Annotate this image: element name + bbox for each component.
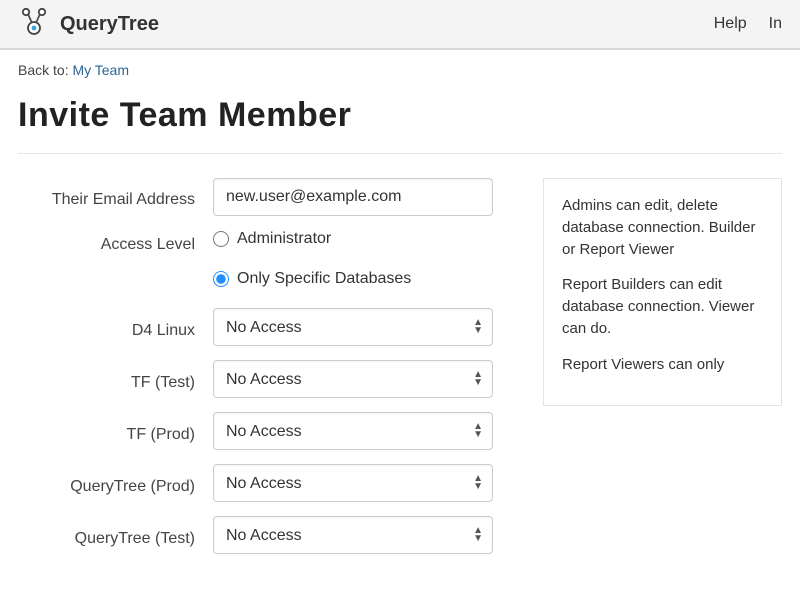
database-label: TF (Test): [18, 366, 213, 392]
help-panel: Admins can edit, delete database connect…: [543, 178, 782, 406]
help-p2: Report Builders can edit database connec…: [562, 274, 763, 339]
breadcrumb: Back to: My Team: [18, 62, 782, 78]
database-access-select[interactable]: No Access: [213, 464, 493, 502]
database-access-select[interactable]: No Access: [213, 360, 493, 398]
radio-specific[interactable]: [213, 271, 229, 287]
row-access-level: Access Level Administrator Only Specific…: [18, 230, 513, 294]
radio-administrator-label: Administrator: [237, 230, 331, 248]
row-database: D4 LinuxNo Access▲▼: [18, 308, 513, 346]
row-email: Their Email Address: [18, 178, 513, 216]
layout: Their Email Address Access Level Adminis…: [18, 178, 782, 568]
topnav: Help In: [714, 15, 782, 33]
database-access-select[interactable]: No Access: [213, 516, 493, 554]
email-field[interactable]: [213, 178, 493, 216]
radio-specific-line[interactable]: Only Specific Databases: [213, 270, 513, 288]
nav-second[interactable]: In: [769, 15, 782, 33]
row-database: QueryTree (Prod)No Access▲▼: [18, 464, 513, 502]
row-database: QueryTree (Test)No Access▲▼: [18, 516, 513, 554]
topbar: QueryTree Help In: [0, 0, 800, 50]
database-label: D4 Linux: [18, 314, 213, 340]
logo-icon: [18, 6, 50, 42]
radio-administrator-line[interactable]: Administrator: [213, 230, 513, 248]
divider: [18, 153, 782, 154]
content: Back to: My Team Invite Team Member Thei…: [0, 50, 800, 568]
page-title: Invite Team Member: [18, 96, 782, 135]
radio-specific-label: Only Specific Databases: [237, 270, 411, 288]
database-label: TF (Prod): [18, 418, 213, 444]
access-label: Access Level: [18, 230, 213, 254]
brand: QueryTree: [18, 6, 159, 42]
breadcrumb-link[interactable]: My Team: [72, 62, 129, 78]
row-database: TF (Prod)No Access▲▼: [18, 412, 513, 450]
row-database: TF (Test)No Access▲▼: [18, 360, 513, 398]
form-column: Their Email Address Access Level Adminis…: [18, 178, 513, 568]
help-p1: Admins can edit, delete database connect…: [562, 195, 763, 260]
breadcrumb-prefix: Back to:: [18, 62, 72, 78]
database-label: QueryTree (Test): [18, 522, 213, 548]
nav-help[interactable]: Help: [714, 15, 747, 33]
email-label: Their Email Address: [18, 185, 213, 209]
brand-name: QueryTree: [60, 13, 159, 36]
database-access-select[interactable]: No Access: [213, 412, 493, 450]
database-access-select[interactable]: No Access: [213, 308, 493, 346]
radio-administrator[interactable]: [213, 231, 229, 247]
help-p3: Report Viewers can only: [562, 354, 763, 376]
database-label: QueryTree (Prod): [18, 470, 213, 496]
